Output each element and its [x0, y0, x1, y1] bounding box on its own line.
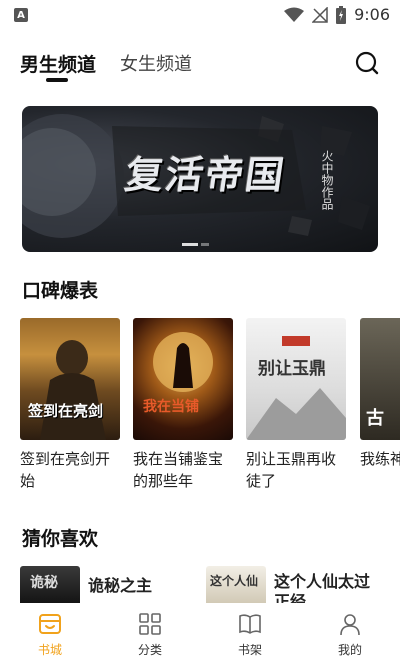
banner-pagination [182, 243, 209, 246]
promo-banner[interactable]: 复活帝国 火中物作品 [22, 106, 378, 252]
reputation-book-list: 签到在亮剑 签到在亮剑开始 我在当铺 我在当铺鉴宝的那些年 别让玉鼎 别让玉鼎再… [20, 318, 400, 494]
book-cover: 古 [360, 318, 400, 440]
bottom-navigation: 书城 分类 书架 我的 [0, 603, 400, 667]
book-card[interactable]: 古 我练神秘 [360, 318, 400, 470]
nav-label: 书架 [237, 643, 262, 657]
channel-tabs: 男生频道 女生频道 [20, 48, 380, 84]
cover-art-mountain [246, 336, 346, 440]
cover-art-soldier [40, 340, 106, 440]
banner-author: 火中物作品 [320, 150, 334, 210]
book-title: 诡秘之主 [88, 576, 153, 595]
app-notification-icon: A [14, 8, 28, 22]
cover-title: 这个人仙 [210, 574, 259, 588]
tab-male-channel[interactable]: 男生频道 [20, 50, 96, 77]
cover-title: 古 [366, 408, 384, 429]
status-bar-right: 9:06 [284, 5, 390, 24]
book-card[interactable]: 签到在亮剑 签到在亮剑开始 [20, 318, 120, 492]
book-cover: 这个人仙 [206, 566, 266, 606]
tab-female-channel[interactable]: 女生频道 [120, 50, 192, 76]
banner-dot [201, 243, 209, 246]
banner-dot-active [182, 243, 198, 246]
book-card[interactable]: 我在当铺 我在当铺鉴宝的那些年 [133, 318, 233, 492]
profile-icon [340, 614, 360, 636]
cover-title: 诡秘 [30, 575, 58, 591]
nav-item-bookshelf[interactable]: 书架 [200, 603, 300, 667]
banner-title: 复活帝国 [122, 153, 289, 197]
book-cover: 诡秘 [20, 566, 80, 606]
section-title-guess: 猜你喜欢 [22, 528, 99, 550]
book-title: 我练神秘 [360, 450, 400, 468]
battery-charging-icon [336, 5, 347, 24]
search-icon[interactable] [354, 50, 380, 76]
book-cover: 别让玉鼎 [246, 318, 346, 440]
book-title: 签到在亮剑开始 [20, 450, 111, 490]
active-tab-indicator [46, 78, 68, 82]
cover-art-moon [153, 332, 213, 392]
nav-label: 我的 [337, 643, 362, 657]
nav-label: 书城 [37, 643, 62, 657]
nav-item-profile[interactable]: 我的 [300, 603, 400, 667]
nav-item-category[interactable]: 分类 [100, 603, 200, 667]
book-card[interactable]: 别让玉鼎 别让玉鼎再收徒了 [246, 318, 346, 492]
nav-item-bookstore[interactable]: 书城 [0, 603, 100, 667]
status-bar: A 9:06 [0, 0, 400, 32]
category-icon [139, 613, 161, 635]
cover-title: 签到在亮剑 [28, 402, 104, 420]
cover-title: 别让玉鼎 [258, 359, 326, 379]
no-signal-icon [312, 6, 328, 23]
book-cover: 我在当铺 [133, 318, 233, 440]
bookshelf-icon [239, 614, 261, 634]
cover-title: 我在当铺 [143, 399, 199, 415]
section-title-reputation: 口碑爆表 [22, 280, 99, 302]
book-cover: 签到在亮剑 [20, 318, 120, 440]
bookstore-icon [39, 614, 61, 634]
book-title: 别让玉鼎再收徒了 [246, 450, 337, 490]
clock: 9:06 [354, 5, 390, 24]
wifi-icon [284, 7, 305, 22]
book-title: 我在当铺鉴宝的那些年 [133, 450, 224, 490]
nav-label: 分类 [137, 643, 162, 657]
